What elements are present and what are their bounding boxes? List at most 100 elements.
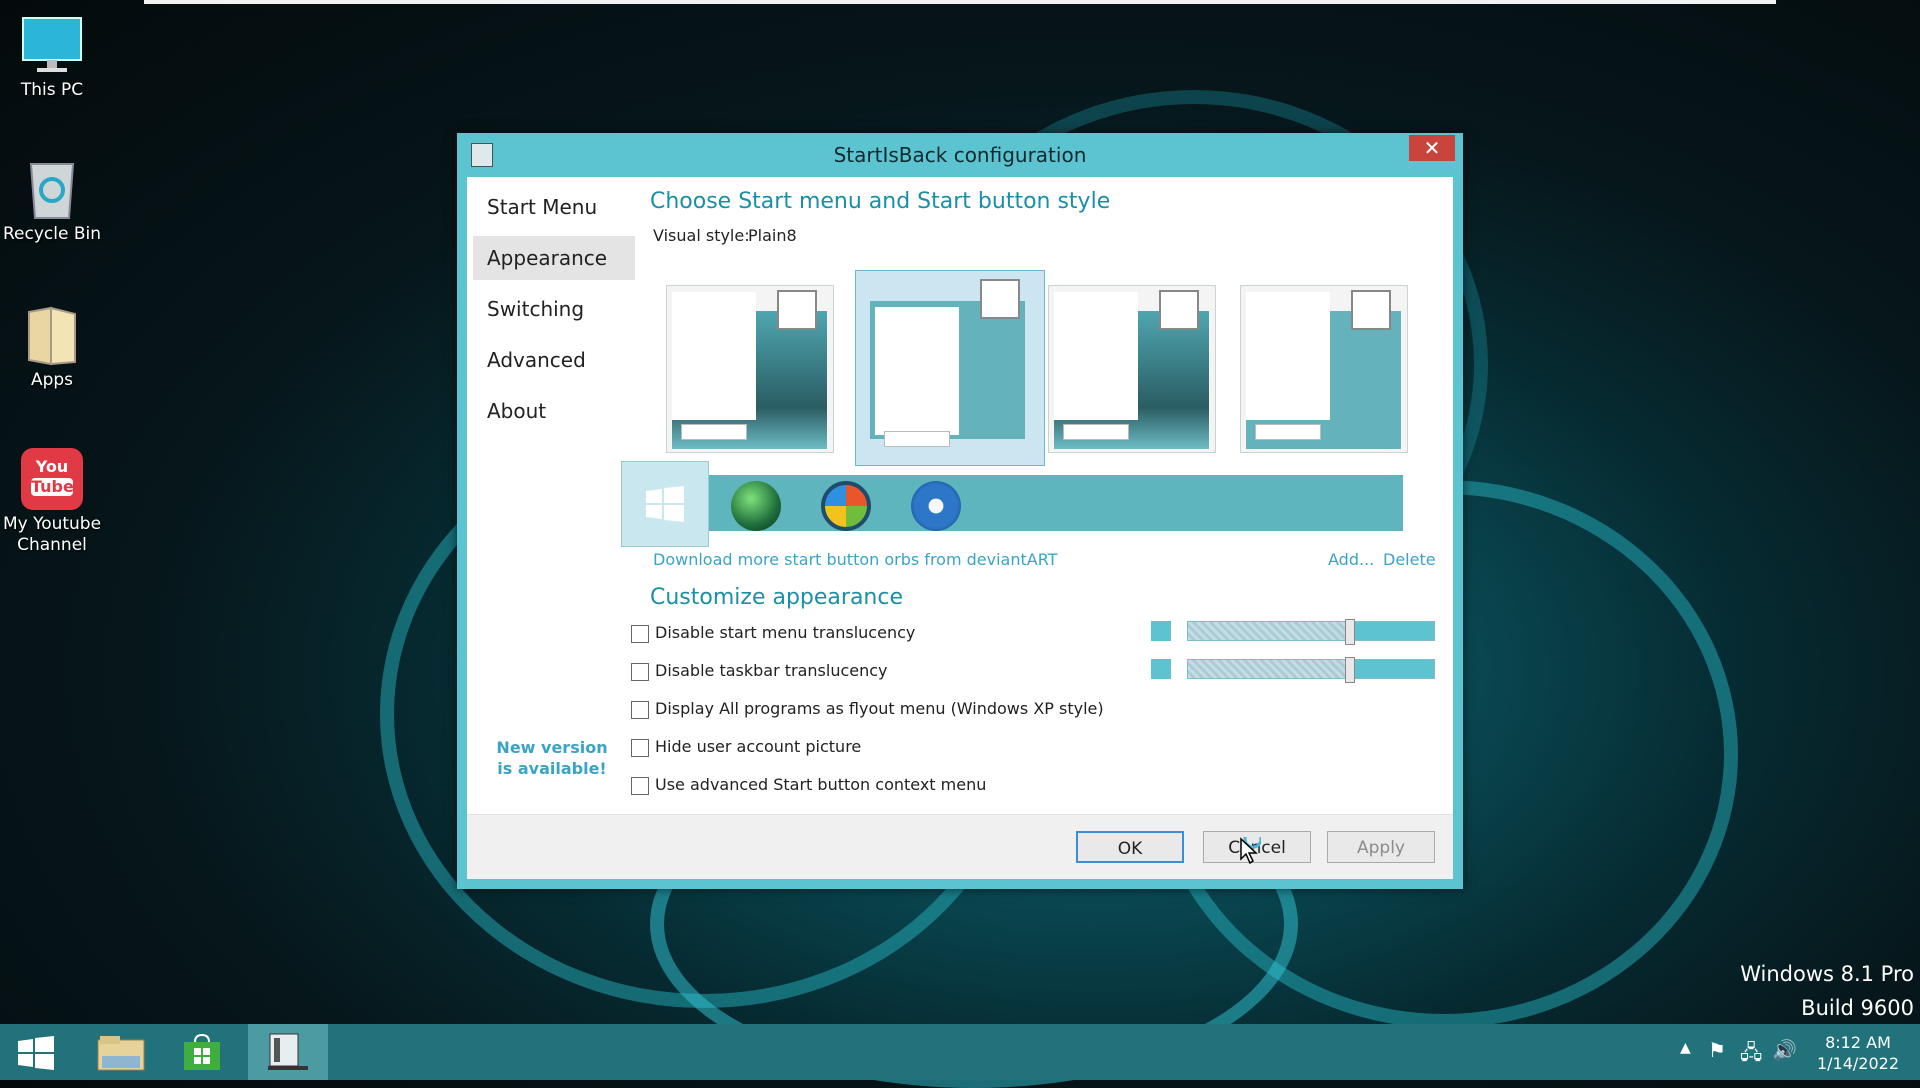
- taskbar-color-swatch[interactable]: [1151, 659, 1171, 679]
- desktop-icon-recycle-bin[interactable]: Recycle Bin: [2, 158, 102, 245]
- os-watermark-edition: Windows 8.1 Pro: [1740, 962, 1914, 986]
- taskbar-startisback-config[interactable]: [248, 1024, 328, 1080]
- checkbox-advanced-context-menu[interactable]: Use advanced Start button context menu: [631, 775, 986, 795]
- start-button[interactable]: [0, 1024, 80, 1080]
- thumbnail-menu: [1246, 292, 1330, 420]
- slider-knob[interactable]: [1345, 657, 1355, 683]
- orb-selection-frame[interactable]: [621, 461, 709, 547]
- customize-heading: Customize appearance: [650, 585, 903, 610]
- thumbnail-search-box: [1255, 424, 1321, 440]
- checkbox[interactable]: [631, 662, 649, 681]
- dialog-client-area: Start Menu Appearance Switching Advanced…: [467, 177, 1453, 879]
- os-watermark-build: Build 9600: [1801, 996, 1914, 1020]
- style-thumbnail-1[interactable]: [666, 285, 834, 453]
- youtube-icon: You Tube: [21, 448, 83, 510]
- taskbar-file-explorer[interactable]: [82, 1024, 162, 1080]
- checkbox-label: Disable start menu translucency: [655, 623, 916, 642]
- user-avatar-icon: [1351, 290, 1391, 330]
- style-thumbnail-4[interactable]: [1240, 285, 1408, 453]
- checkbox-flyout-all-programs[interactable]: Display All programs as flyout menu (Win…: [631, 699, 1104, 719]
- checkbox-disable-start-menu-translucency[interactable]: Disable start menu translucency: [631, 623, 915, 643]
- start-menu-color-swatch[interactable]: [1151, 621, 1171, 641]
- titlebar[interactable]: StartIsBack configuration ✕: [457, 133, 1463, 175]
- user-avatar-icon: [1159, 290, 1199, 330]
- desktop-icon-label: My Youtube Channel: [2, 514, 102, 555]
- style-heading: Choose Start menu and Start button style: [650, 189, 1111, 214]
- ok-button[interactable]: OK: [1076, 831, 1184, 863]
- user-avatar-icon: [777, 290, 817, 330]
- taskbar-store[interactable]: [162, 1024, 242, 1080]
- checkbox-label: Use advanced Start button context menu: [655, 775, 987, 794]
- close-button[interactable]: ✕: [1409, 135, 1455, 161]
- clover-orb-icon[interactable]: [731, 481, 781, 531]
- folder-icon: [21, 304, 83, 366]
- dialog-title: StartIsBack configuration: [833, 143, 1087, 167]
- youtube-glyph-you: You: [35, 457, 69, 476]
- desktop-icon-youtube[interactable]: You Tube My Youtube Channel: [2, 448, 102, 556]
- taskbar-clock[interactable]: 8:12 AM 1/14/2022: [1808, 1032, 1908, 1074]
- visual-style-value: Plain8: [748, 226, 797, 245]
- network-icon[interactable]: 🖧: [1740, 1038, 1762, 1072]
- nav-advanced[interactable]: Advanced: [473, 338, 635, 382]
- thumbnail-search-box: [1063, 424, 1129, 440]
- checkbox-label: Disable taskbar translucency: [655, 661, 888, 680]
- style-thumbnail-3[interactable]: [1048, 285, 1216, 453]
- mouse-cursor-icon: [1240, 837, 1261, 865]
- clock-date: 1/14/2022: [1816, 1054, 1900, 1073]
- start-windows-icon: [18, 1036, 54, 1070]
- checkbox[interactable]: [631, 700, 649, 719]
- top-strip: [144, 0, 1776, 4]
- nav-appearance[interactable]: Appearance: [473, 236, 635, 280]
- file-explorer-icon: [97, 1036, 145, 1071]
- style-thumbnail-2[interactable]: [855, 270, 1045, 466]
- slider-fill: [1352, 622, 1434, 640]
- system-tray: ▲ ⚑ 🖧 🔊: [1676, 1024, 1797, 1080]
- clock-time: 8:12 AM: [1825, 1033, 1891, 1052]
- nav-switching[interactable]: Switching: [473, 287, 635, 331]
- store-icon: [184, 1034, 220, 1070]
- start-orb-strip: [621, 461, 1403, 547]
- download-orbs-link[interactable]: Download more start button orbs from dev…: [653, 550, 1057, 569]
- dialog-footer: OK Cancel Apply: [467, 814, 1453, 879]
- slider-fill: [1352, 660, 1434, 678]
- slider-knob[interactable]: [1345, 619, 1355, 645]
- action-center-flag-icon[interactable]: ⚑: [1708, 1038, 1726, 1062]
- checkbox-disable-taskbar-translucency[interactable]: Disable taskbar translucency: [631, 661, 888, 681]
- youtube-glyph-tube: Tube: [31, 477, 74, 496]
- taskbar: ▲ ⚑ 🖧 🔊: [0, 1024, 1920, 1080]
- apply-button[interactable]: Apply: [1327, 831, 1435, 863]
- desktop-icon-label: This PC: [20, 80, 84, 100]
- windows7-orb-icon[interactable]: [911, 481, 961, 531]
- thumbnail-search-box: [681, 424, 747, 440]
- checkbox-label: Display All programs as flyout menu (Win…: [655, 699, 1104, 718]
- thumbnail-menu: [1054, 292, 1138, 420]
- checkbox[interactable]: [631, 624, 649, 643]
- recycle-bin-icon: [21, 158, 83, 220]
- checkbox[interactable]: [631, 776, 649, 795]
- desktop-icon-this-pc[interactable]: This PC: [2, 14, 102, 101]
- show-hidden-icons-icon[interactable]: ▲: [1680, 1040, 1691, 1056]
- desktop-icon-apps[interactable]: Apps: [2, 304, 102, 391]
- user-avatar-icon: [980, 279, 1020, 319]
- desktop-icon-label: Apps: [30, 370, 74, 390]
- startisback-dialog: StartIsBack configuration ✕ Start Menu A…: [457, 133, 1463, 889]
- startisback-config-icon: [268, 1033, 308, 1070]
- monitor-icon: [21, 14, 83, 76]
- checkbox[interactable]: [631, 738, 649, 757]
- thumbnail-search-box: [884, 431, 950, 447]
- nav-about[interactable]: About: [473, 389, 635, 433]
- checkbox-label: Hide user account picture: [655, 737, 862, 756]
- start-menu-opacity-slider[interactable]: [1187, 619, 1435, 645]
- add-orb-link[interactable]: Add...: [1328, 550, 1374, 569]
- nav-start-menu[interactable]: Start Menu: [473, 185, 635, 229]
- visual-style-label: Visual style:: [653, 226, 750, 245]
- desktop-icon-label: Recycle Bin: [2, 224, 101, 244]
- delete-orb-link[interactable]: Delete: [1383, 550, 1436, 569]
- new-version-link[interactable]: New version is available!: [487, 737, 617, 779]
- checkbox-hide-user-picture[interactable]: Hide user account picture: [631, 737, 861, 757]
- thumbnail-menu: [875, 307, 959, 435]
- windows8-logo-icon: [646, 486, 684, 522]
- taskbar-opacity-slider[interactable]: [1187, 657, 1435, 683]
- windows-orb-icon[interactable]: [821, 481, 871, 531]
- volume-icon[interactable]: 🔊: [1772, 1038, 1797, 1062]
